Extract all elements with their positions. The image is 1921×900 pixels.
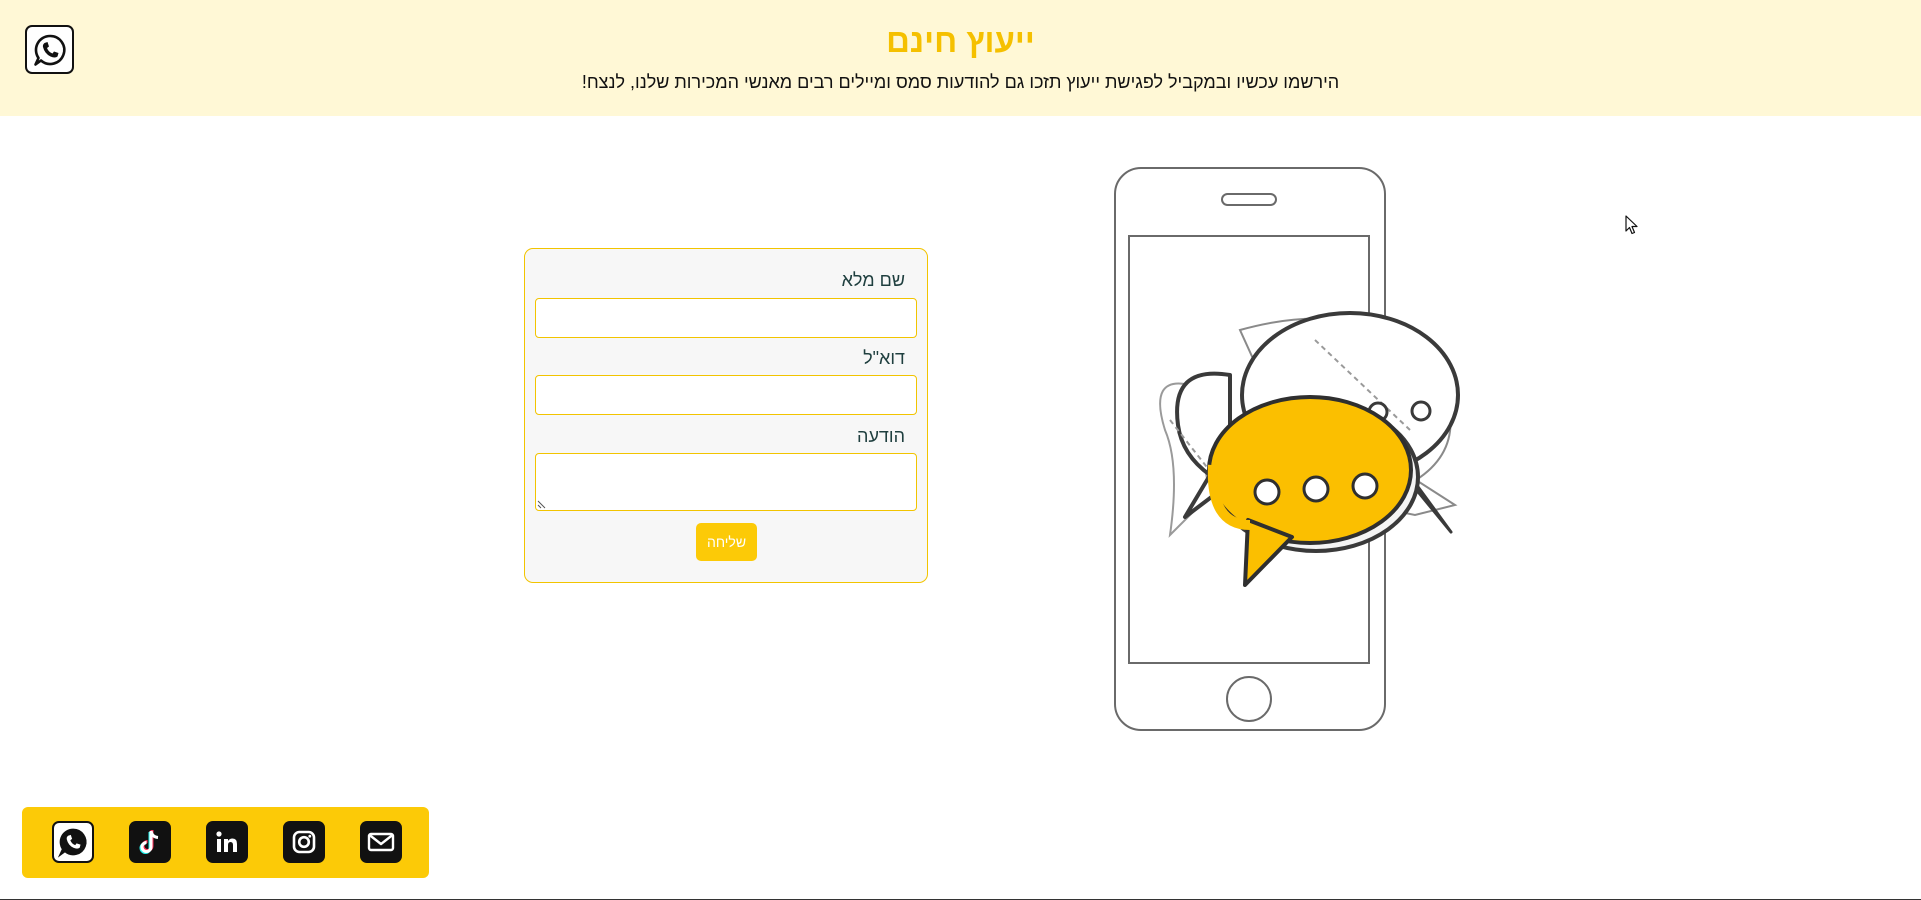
resize-handle-icon[interactable] [537, 500, 546, 509]
header-banner: ייעוץ חינם הירשמו עכשיו ובמקביל לפגישת י… [0, 0, 1921, 116]
page-subtitle: הירשמו עכשיו ובמקביל לפגישת ייעוץ תזכו ג… [581, 72, 1340, 92]
phone-chat-illustration [1114, 167, 1460, 731]
mouse-cursor-icon [1625, 215, 1638, 235]
email-label: דוא"ל [863, 348, 905, 368]
tiktok-icon[interactable] [129, 821, 171, 863]
whatsapp-icon[interactable] [52, 821, 94, 863]
email-field[interactable] [535, 375, 917, 415]
fullname-field[interactable] [535, 298, 917, 338]
fullname-label: שם מלא [841, 270, 905, 290]
message-field[interactable] [535, 453, 917, 511]
social-links-bar [22, 807, 429, 878]
page-title: ייעוץ חינם [886, 22, 1035, 59]
mail-icon[interactable] [360, 821, 402, 863]
linkedin-icon[interactable] [206, 821, 248, 863]
submit-button[interactable]: שליחה [696, 523, 757, 561]
message-label: הודעה [857, 426, 905, 446]
instagram-icon[interactable] [283, 821, 325, 863]
contact-form: שם מלא דוא"ל הודעה שליחה [524, 248, 928, 583]
